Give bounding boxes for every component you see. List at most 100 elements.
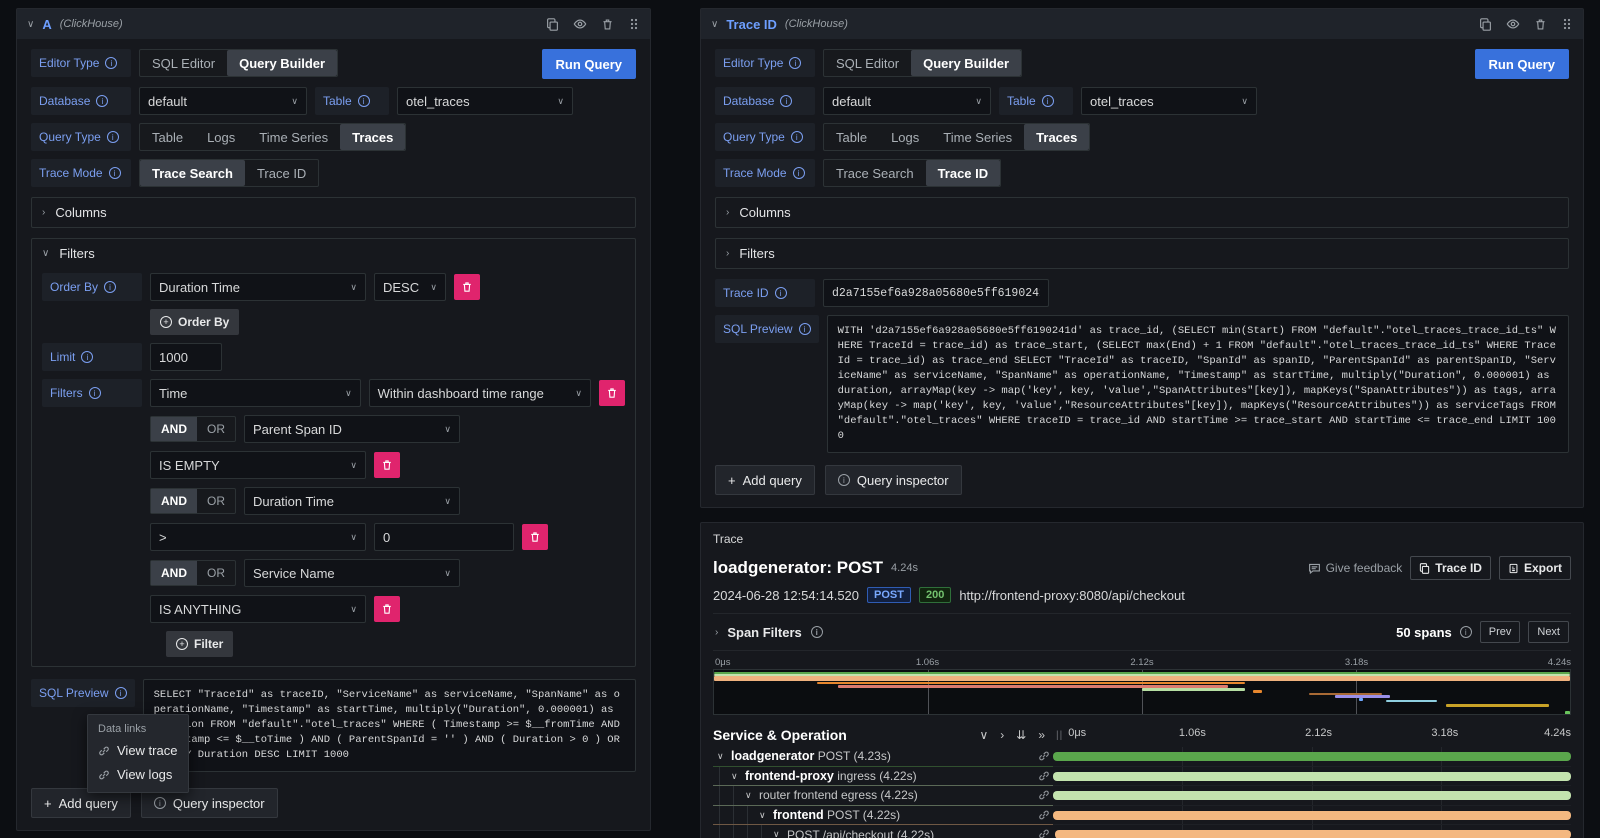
columns-section[interactable]: › Columns	[31, 197, 636, 228]
condition-operator-select[interactable]: IS EMPTY∨	[150, 451, 366, 479]
order-by-remove-button[interactable]	[454, 274, 480, 300]
bool-or[interactable]: OR	[197, 561, 235, 585]
collapse-chevron-icon[interactable]: ∨	[731, 771, 738, 782]
info-icon[interactable]: i	[775, 287, 787, 299]
trace-minimap[interactable]	[713, 669, 1571, 715]
info-icon[interactable]: i	[115, 687, 127, 699]
add-order-by-button[interactable]: +Order By	[150, 309, 239, 335]
span-timeline-cell[interactable]	[1053, 825, 1571, 838]
database-select[interactable]: default∨	[823, 87, 991, 115]
run-query-button[interactable]: Run Query	[1475, 49, 1569, 79]
span-row[interactable]: ∨POST /api/checkout (4.22s)	[713, 825, 1571, 838]
span-timeline-cell[interactable]	[1053, 747, 1571, 767]
columns-section[interactable]: › Columns	[715, 197, 1569, 228]
filter-value-select[interactable]: Within dashboard time range∨	[369, 379, 591, 407]
span-link-icon[interactable]	[1038, 809, 1050, 824]
drag-handle-icon[interactable]	[1561, 18, 1573, 30]
expand-one-icon[interactable]: ›	[1000, 728, 1004, 742]
give-feedback-button[interactable]: Give feedback	[1308, 561, 1403, 575]
table-select[interactable]: otel_traces∨	[397, 87, 573, 115]
span-duration-bar[interactable]	[1055, 830, 1571, 838]
info-icon[interactable]: i	[96, 95, 108, 107]
span-duration-bar[interactable]	[1053, 791, 1571, 800]
view-trace-link[interactable]: View trace	[98, 743, 178, 758]
collapse-chevron-icon[interactable]: ∨	[27, 19, 34, 30]
condition-field-select[interactable]: Duration Time∨	[244, 487, 460, 515]
span-link-icon[interactable]	[1038, 789, 1050, 804]
condition-operator-select[interactable]: IS ANYTHING∨	[150, 595, 366, 623]
info-icon[interactable]: i	[789, 57, 801, 69]
span-name-cell[interactable]: ∨router frontend egress (4.22s)	[713, 786, 1053, 806]
condition-remove-button[interactable]	[374, 452, 400, 478]
trace-mode-trace-id[interactable]: Trace ID	[926, 160, 1001, 186]
query-type-logs[interactable]: Logs	[879, 124, 931, 150]
collapse-chevron-icon[interactable]: ∨	[759, 810, 766, 821]
view-logs-link[interactable]: View logs	[98, 767, 178, 782]
trace-id-copy-button[interactable]: Trace ID	[1410, 556, 1491, 580]
duplicate-icon[interactable]	[1479, 18, 1492, 31]
span-row[interactable]: ∨frontend-proxy ingress (4.22s)	[713, 767, 1571, 787]
bool-and[interactable]: AND	[151, 489, 197, 513]
span-timeline-cell[interactable]	[1053, 767, 1571, 787]
condition-field-select[interactable]: Service Name∨	[244, 559, 460, 587]
trace-mode-trace-id[interactable]: Trace ID	[245, 160, 318, 186]
column-resize-handle[interactable]: ||	[1053, 730, 1066, 741]
span-name-cell[interactable]: ∨frontend-proxy ingress (4.22s)	[713, 767, 1053, 787]
limit-input[interactable]	[150, 343, 222, 371]
bool-and[interactable]: AND	[151, 417, 197, 441]
span-duration-bar[interactable]	[1053, 752, 1571, 761]
duplicate-icon[interactable]	[546, 18, 559, 31]
info-icon[interactable]: i	[358, 95, 370, 107]
condition-remove-button[interactable]	[374, 596, 400, 622]
eye-icon[interactable]	[1506, 17, 1520, 31]
collapse-chevron-icon[interactable]: ∨	[773, 829, 780, 838]
condition-value-input[interactable]	[374, 523, 514, 551]
query-type-table[interactable]: Table	[140, 124, 195, 150]
eye-icon[interactable]	[573, 17, 587, 31]
info-icon[interactable]: i	[1042, 95, 1054, 107]
add-query-button[interactable]: +Add query	[715, 465, 815, 495]
order-by-field-select[interactable]: Duration Time∨	[150, 273, 366, 301]
filters-section-header[interactable]: ∨ Filters	[42, 246, 625, 261]
span-duration-bar[interactable]	[1053, 811, 1571, 820]
table-select[interactable]: otel_traces∨	[1081, 87, 1257, 115]
editor-type-sql-editor[interactable]: SQL Editor	[824, 50, 911, 76]
query-type-table[interactable]: Table	[824, 124, 879, 150]
prev-button[interactable]: Prev	[1480, 621, 1521, 643]
span-link-icon[interactable]	[1038, 750, 1050, 765]
trash-icon[interactable]	[1534, 18, 1547, 31]
drag-handle-icon[interactable]	[628, 18, 640, 30]
next-button[interactable]: Next	[1528, 621, 1569, 643]
span-row[interactable]: ∨loadgenerator POST (4.23s)	[713, 747, 1571, 767]
info-icon[interactable]: i	[81, 351, 93, 363]
trace-mode-trace-search[interactable]: Trace Search	[140, 160, 245, 186]
info-icon[interactable]: i	[799, 323, 811, 335]
filter-remove-button[interactable]	[599, 380, 625, 406]
query-type-traces[interactable]: Traces	[1024, 124, 1089, 150]
bool-or[interactable]: OR	[197, 417, 235, 441]
span-duration-bar[interactable]	[1053, 772, 1571, 781]
expand-all-icon[interactable]: »	[1038, 728, 1045, 742]
bool-or[interactable]: OR	[197, 489, 235, 513]
query-type-time-series[interactable]: Time Series	[247, 124, 340, 150]
info-icon[interactable]: i	[109, 167, 121, 179]
trash-icon[interactable]	[601, 18, 614, 31]
condition-field-select[interactable]: Parent Span ID∨	[244, 415, 460, 443]
span-link-icon[interactable]	[1038, 828, 1050, 838]
query-type-time-series[interactable]: Time Series	[931, 124, 1024, 150]
span-filters-toggle[interactable]: › Span Filters i	[715, 625, 823, 640]
trace-id-input[interactable]	[823, 279, 1049, 307]
filter-field-select[interactable]: Time∨	[150, 379, 361, 407]
info-icon[interactable]: i	[89, 387, 101, 399]
query-type-traces[interactable]: Traces	[340, 124, 405, 150]
editor-type-query-builder[interactable]: Query Builder	[227, 50, 337, 76]
span-name-cell[interactable]: ∨POST /api/checkout (4.22s)	[713, 825, 1053, 838]
span-timeline-cell[interactable]	[1053, 806, 1571, 826]
trace-mode-trace-search[interactable]: Trace Search	[824, 160, 926, 186]
info-icon[interactable]: i	[780, 95, 792, 107]
condition-operator-select[interactable]: >∨	[150, 523, 366, 551]
query-type-logs[interactable]: Logs	[195, 124, 247, 150]
collapse-one-icon[interactable]: ∨	[979, 728, 988, 742]
span-timeline-cell[interactable]	[1053, 786, 1571, 806]
editor-type-sql-editor[interactable]: SQL Editor	[140, 50, 227, 76]
